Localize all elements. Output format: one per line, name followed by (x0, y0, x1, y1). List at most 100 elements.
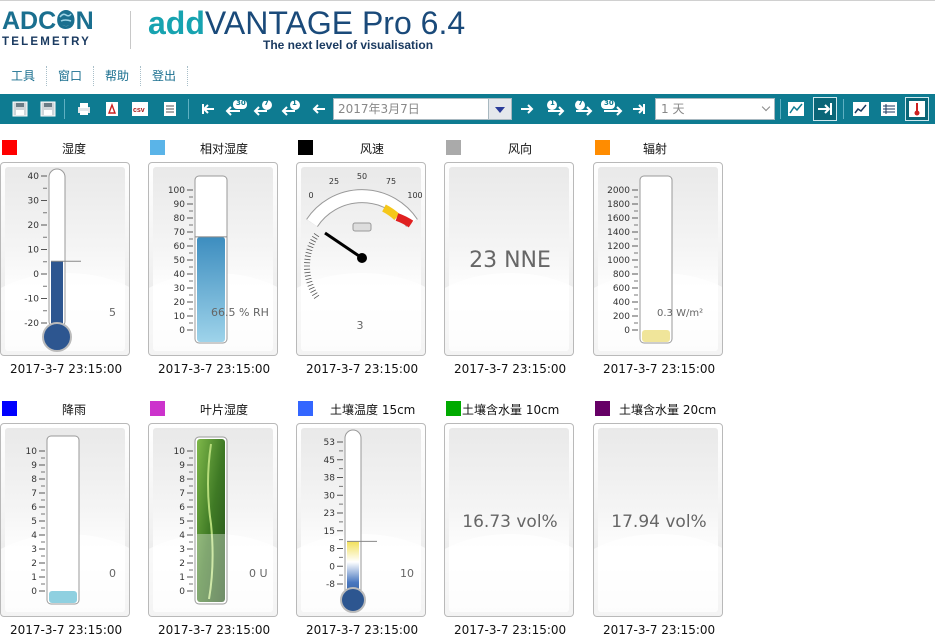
scale-tick-label: 4 (31, 531, 37, 541)
menu-logout[interactable]: 登出 (141, 66, 189, 86)
sensor-label: 土壤含水量 10cm (462, 403, 560, 417)
timestamp: 2017-3-7 23:15:00 (306, 623, 419, 637)
table-view-icon[interactable] (879, 99, 899, 119)
back-30-days-icon[interactable]: 30 (224, 99, 250, 119)
save-as-icon[interactable] (38, 99, 58, 119)
line-chart-icon[interactable] (851, 99, 871, 119)
back-1-day-icon[interactable]: 1 (280, 99, 304, 119)
gauge-card[interactable]: 40 30 20 10 0 -10 -20 5 (0, 162, 130, 356)
gauge-card[interactable]: 10 9 8 7 6 5 4 3 2 1 0 0 (0, 423, 130, 617)
back-icon[interactable] (309, 99, 329, 119)
auto-scroll-toggle[interactable] (813, 97, 837, 121)
gauge-tick (304, 255, 311, 258)
menu-window[interactable]: 窗口 (47, 66, 95, 86)
level-fill (197, 236, 225, 342)
gauge-graphic: 17.94 vol% (611, 512, 706, 532)
go-last-icon[interactable] (629, 99, 649, 119)
sensor-label: 降雨 (62, 403, 87, 417)
gauge-tick (304, 258, 311, 261)
gauge-tick (310, 289, 317, 294)
sensor-label: 风向 (508, 142, 533, 156)
pdf-icon[interactable] (102, 99, 122, 119)
gauge-tick (308, 286, 315, 290)
scale-tick-label: 6 (31, 503, 37, 513)
sensor-value: 66.5 % RH (211, 306, 269, 319)
sensor-header: 风速 (296, 138, 446, 156)
scale-tick-label: 2 (179, 559, 185, 569)
color-swatch (298, 401, 313, 416)
gauge-view-toggle[interactable] (905, 97, 929, 121)
gauge-graphic: 1098765432100 U (174, 436, 268, 605)
level-fill (49, 591, 77, 603)
gauge-card[interactable]: 16.73 vol% (444, 423, 574, 617)
scale-tick-label: 100 (168, 186, 185, 196)
scale-tick-label: 70 (174, 228, 186, 238)
gauge-card[interactable]: 0 25 50 75 100 3 (296, 162, 426, 356)
chart-view-icon[interactable] (786, 99, 806, 119)
scale-tick-label: 1200 (607, 242, 630, 252)
date-value: 2017年3月7日 (338, 102, 420, 116)
gauge-card[interactable]: 2000 1800 1600 1400 1200 1000 800 600 400 200 0 0.3… (593, 162, 723, 356)
sensor-header: 湿度 (0, 138, 150, 156)
gauge-card[interactable]: 17.94 vol% (593, 423, 723, 617)
forward-7-days-icon[interactable]: 7 (571, 99, 595, 119)
time-range-select[interactable]: 1 天 (655, 98, 775, 120)
scale-tick-label: 45 (324, 456, 335, 466)
scale-tick-label: 1400 (607, 228, 630, 238)
thermometer-bulb (340, 587, 366, 613)
color-swatch (150, 140, 165, 155)
gauge-hub (357, 253, 367, 263)
gauge-card[interactable]: 23 NNE (444, 162, 574, 356)
csv-icon[interactable]: csv (130, 99, 150, 119)
menu-bar: 工具 窗口 帮助 登出 (0, 64, 935, 88)
color-swatch (298, 140, 313, 155)
sensor-label: 叶片湿度 (200, 403, 249, 417)
print-icon[interactable] (74, 99, 94, 119)
back-7-days-icon[interactable]: 7 (252, 99, 276, 119)
scale-tick-label: 23 (324, 509, 335, 519)
scale-tick-label: 20 (174, 298, 186, 308)
scale-tick-label: 1000 (607, 256, 630, 266)
timestamp: 2017-3-7 23:15:00 (603, 623, 716, 637)
scale-tick-label: 10 (28, 246, 40, 256)
scale-tick-label: 50 (174, 256, 186, 266)
forward-30-days-icon[interactable]: 30 (599, 99, 625, 119)
date-field[interactable]: 2017年3月7日 (333, 98, 511, 120)
forward-1-day-icon[interactable]: 1 (543, 99, 567, 119)
sensor-value: 3 (357, 319, 364, 332)
gauge-needle (324, 231, 363, 260)
report-icon[interactable] (160, 99, 180, 119)
scale-tick-label: 40 (174, 270, 186, 280)
menu-tools[interactable]: 工具 (0, 66, 48, 86)
scale-tick-label: 10 (174, 447, 186, 457)
gauge-tick (307, 245, 314, 249)
app-header: ADCON TELEMETRY addVANTAGE Pro 6.4 The n… (0, 0, 935, 62)
save-icon[interactable] (10, 99, 30, 119)
gauge-card[interactable]: 53 45 38 30 23 15 8 0 -8 10 (296, 423, 426, 617)
color-swatch (2, 140, 17, 155)
logo-divider (130, 11, 131, 49)
go-first-icon[interactable] (198, 99, 218, 119)
toolbar: csv 30 7 1 2017年3月7日 1 7 30 1 天 (0, 94, 935, 124)
gauge-card[interactable]: 10 9 8 7 6 5 4 3 2 1 0 0 U (148, 423, 278, 617)
timestamp: 2017-3-7 23:15:00 (603, 362, 716, 376)
scale-tick-label: 0 (31, 587, 37, 597)
timestamp: 2017-3-7 23:15:00 (10, 362, 123, 376)
scale-tick-label: 1800 (607, 200, 630, 210)
toolbar-divider (843, 99, 844, 119)
scale-tick-label: 15 (324, 527, 335, 537)
scale-tick-label: 2000 (607, 186, 630, 196)
sensor-value: 16.73 vol% (462, 512, 557, 532)
date-dropdown-button[interactable] (488, 98, 512, 120)
scale-tick-label: 80 (174, 214, 186, 224)
timestamp: 2017-3-7 23:15:00 (158, 623, 271, 637)
sensor-value: 10 (400, 567, 414, 580)
gauge-card[interactable]: 100 90 80 70 60 50 40 30 20 10 0 66.5 % RH (148, 162, 278, 356)
sensor-value: 17.94 vol% (611, 512, 706, 532)
gauge-odometer (352, 222, 372, 232)
thermometer-bulb (42, 322, 72, 352)
scale-tick-label: 7 (31, 489, 37, 499)
scale-tick-label: 1 (31, 573, 37, 583)
forward-icon[interactable] (517, 99, 537, 119)
menu-help[interactable]: 帮助 (94, 66, 142, 86)
